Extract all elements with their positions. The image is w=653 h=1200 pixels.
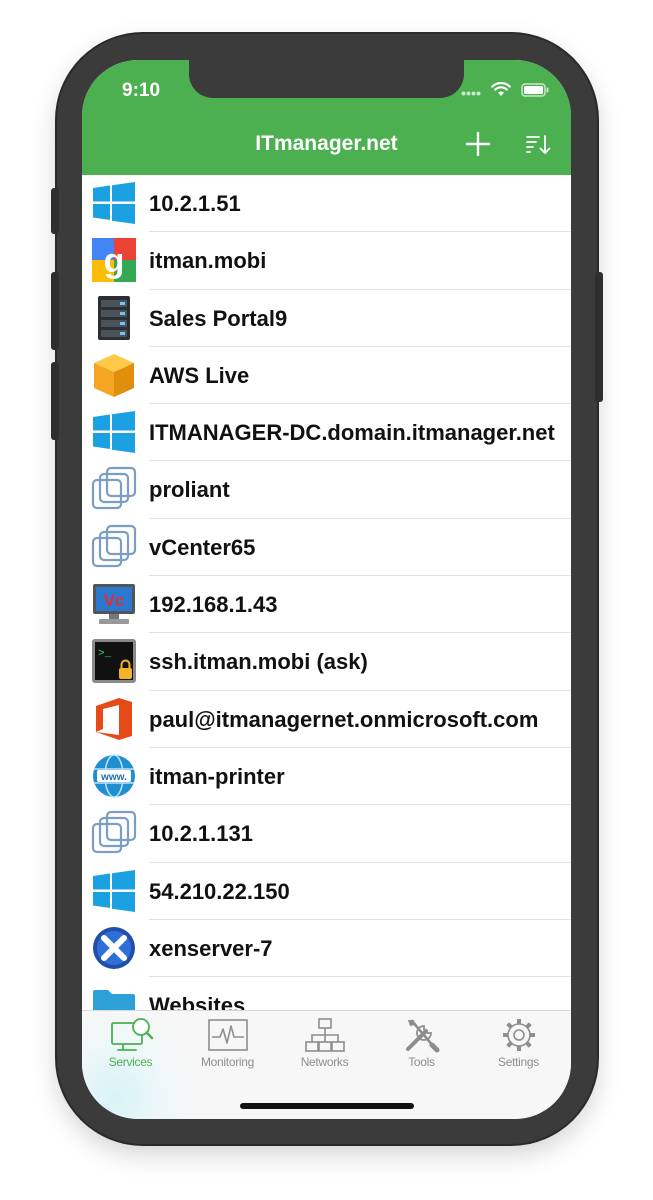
xenserver-icon	[93, 926, 135, 969]
list-item[interactable]: paul@itmanagernet.onmicrosoft.com	[82, 691, 571, 748]
list-item[interactable]: proliant	[82, 461, 571, 519]
list-item[interactable]: ITMANAGER-DC.domain.itmanager.net	[82, 404, 571, 462]
list-item-label: 192.168.1.43	[149, 592, 278, 618]
list-item-label: Sales Portal9	[149, 305, 288, 331]
list-item[interactable]: 10.2.1.51	[82, 175, 571, 233]
list-item[interactable]: Vc 192.168.1.43	[82, 576, 571, 634]
tab-label: Services	[108, 1055, 153, 1069]
sort-icon[interactable]	[524, 133, 552, 157]
folder-icon	[93, 990, 135, 1010]
www-globe-icon: www.	[93, 754, 135, 798]
list-item[interactable]: Websites	[82, 977, 571, 1010]
list-item[interactable]: AWS Live	[82, 347, 571, 405]
add-icon[interactable]	[465, 131, 491, 157]
list-item-label: proliant	[149, 477, 230, 503]
wifi-icon	[491, 82, 511, 96]
battery-icon	[521, 82, 549, 97]
list-item[interactable]: 54.210.22.150	[82, 863, 571, 920]
navigation-bar: 9:10 ITmanager.net	[82, 60, 571, 175]
tab-label: Settings	[498, 1055, 539, 1069]
list-item[interactable]: www. itman-printer	[82, 748, 571, 806]
tab-tools[interactable]: Tools	[373, 1017, 470, 1081]
volume-down-button	[51, 362, 59, 440]
vmware-icon	[91, 524, 137, 567]
list-item-label: 10.2.1.131	[149, 821, 253, 847]
signal-icon	[461, 91, 481, 95]
list-item[interactable]: vCenter65	[82, 519, 571, 577]
list-item[interactable]: xenserver-7	[82, 920, 571, 978]
windows-icon	[93, 411, 135, 454]
notch	[189, 60, 464, 98]
tab-label: Monitoring	[200, 1055, 255, 1069]
tab-networks[interactable]: Networks	[276, 1017, 373, 1081]
list-item[interactable]: 10.2.1.131	[82, 805, 571, 863]
page-title: ITmanager.net	[255, 132, 398, 155]
services-list: 10.2.1.51 g itman.mobi Sales Portal9 AWS…	[82, 175, 571, 1010]
status-time: 9:10	[122, 80, 161, 101]
list-item[interactable]: g itman.mobi	[82, 232, 571, 290]
power-button	[595, 272, 603, 402]
svg-text:>_: >_	[98, 648, 112, 660]
list-item-label: ITMANAGER-DC.domain.itmanager.net	[149, 420, 555, 446]
settings-icon	[502, 1019, 535, 1051]
list-item-label: paul@itmanagernet.onmicrosoft.com	[149, 706, 539, 732]
ssh-terminal-icon: >_	[92, 639, 136, 684]
tab-settings[interactable]: Settings	[470, 1017, 567, 1081]
svg-text:Vc: Vc	[104, 591, 125, 610]
screen: 9:10 ITmanager.net 10.2.1.51 g itman.mob…	[82, 60, 571, 1119]
list-item-label: Websites	[149, 993, 246, 1010]
monitoring-icon	[207, 1019, 248, 1051]
list-item-label: ssh.itman.mobi (ask)	[149, 649, 368, 675]
services-icon	[110, 1018, 153, 1051]
vmware-icon	[91, 811, 137, 854]
mute-switch	[51, 188, 59, 234]
windows-icon	[93, 869, 135, 912]
list-item-label: vCenter65	[149, 534, 256, 560]
windows-icon	[93, 182, 135, 224]
volume-up-button	[51, 272, 59, 350]
list-item-label: AWS Live	[149, 362, 250, 388]
server-rack-icon	[98, 295, 130, 340]
svg-text:g: g	[104, 242, 125, 280]
tab-label: Tools	[408, 1055, 435, 1069]
vnc-icon: Vc	[93, 584, 135, 625]
list-item[interactable]: Sales Portal9	[82, 290, 571, 347]
aws-box-icon	[94, 353, 134, 397]
list-item-label: 10.2.1.51	[149, 191, 241, 216]
list-item[interactable]: >_ ssh.itman.mobi (ask)	[82, 633, 571, 691]
tab-label: Networks	[300, 1055, 349, 1069]
tools-icon	[405, 1019, 439, 1053]
list-item-label: xenserver-7	[149, 935, 273, 961]
tab-services[interactable]: Services	[82, 1017, 179, 1081]
tab-monitoring[interactable]: Monitoring	[179, 1017, 276, 1081]
vmware-icon	[91, 467, 137, 510]
home-indicator[interactable]	[240, 1103, 414, 1109]
list-item-label: 54.210.22.150	[149, 878, 290, 904]
svg-text:www.: www.	[100, 772, 127, 783]
office365-icon	[96, 697, 132, 740]
list-item-label: itman-printer	[149, 763, 285, 789]
status-icons	[461, 82, 549, 97]
networks-icon	[304, 1018, 345, 1052]
list-item-label: itman.mobi	[149, 248, 267, 274]
google-icon: g	[92, 238, 136, 283]
